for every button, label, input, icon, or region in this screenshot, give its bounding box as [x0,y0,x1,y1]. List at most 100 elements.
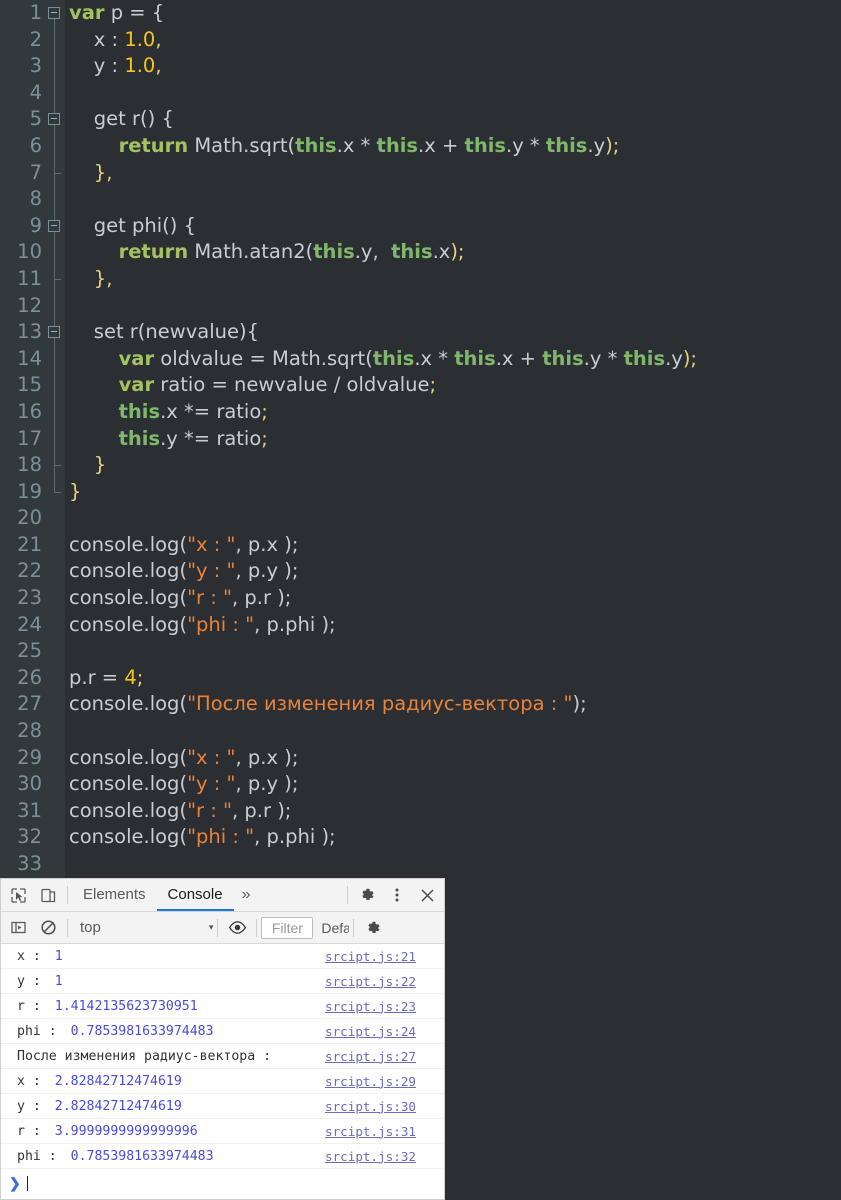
inspect-element-icon[interactable] [3,880,33,911]
fold-gutter-cell[interactable] [44,106,65,133]
fold-collapse-icon[interactable] [48,219,60,232]
fold-gutter-cell[interactable] [44,478,65,506]
code-line[interactable]: 2 x : 1.0, [0,26,841,54]
tab-elements[interactable]: Elements [72,879,157,911]
log-levels-selector[interactable]: Default levels [321,920,349,936]
fold-gutter-cell[interactable] [44,372,65,399]
fold-gutter-cell[interactable] [44,585,65,612]
console-message-row[interactable]: phi : 0.7853981633974483 srcipt.js:24 [1,1019,444,1044]
code-line[interactable]: 13 set r(newvalue){ [0,319,841,346]
code-line[interactable]: 22 console.log("y : ", p.y ); [0,558,841,586]
fold-gutter-cell[interactable] [44,664,65,692]
fold-gutter-cell[interactable] [44,691,65,719]
code-line[interactable]: 14 var oldvalue = Math.sqrt(this.x * thi… [0,345,841,373]
fold-gutter-cell[interactable] [44,239,65,266]
console-message-row[interactable]: r : 3.9999999999999996 srcipt.js:31 [1,1119,444,1144]
fold-gutter-cell[interactable] [44,212,65,240]
code-line[interactable]: 23 console.log("r : ", p.r ); [0,585,841,612]
code-line[interactable]: 19} [0,478,841,506]
device-toolbar-toggle-icon[interactable] [33,880,63,911]
code-line[interactable]: 29 console.log("x : ", p.x ); [0,744,841,772]
code-line[interactable]: 16 this.x *= ratio; [0,398,841,426]
console-message-row[interactable]: y : 1 srcipt.js:22 [1,969,444,994]
fold-gutter-cell[interactable] [44,265,65,293]
console-prompt[interactable]: ❯ [1,1169,444,1197]
code-line[interactable]: 33 [0,851,841,878]
fold-gutter-cell[interactable] [44,558,65,586]
fold-gutter-cell[interactable] [44,824,65,851]
fold-gutter-cell[interactable] [44,345,65,373]
console-source-link[interactable]: srcipt.js:24 [325,1024,416,1039]
code-line[interactable]: 11 }, [0,265,841,293]
fold-gutter-cell[interactable] [44,398,65,426]
fold-gutter-cell[interactable] [44,638,65,665]
code-line[interactable]: 1 var p = { [0,0,841,27]
fold-gutter-cell[interactable] [44,53,65,80]
code-line[interactable]: 21 console.log("x : ", p.x ); [0,531,841,559]
fold-gutter-cell[interactable] [44,79,65,107]
code-line[interactable]: 20 [0,505,841,532]
clear-console-icon[interactable] [33,912,63,943]
more-tabs-chevron-icon[interactable]: » [234,886,259,904]
fold-collapse-icon[interactable] [48,326,60,339]
code-line[interactable]: 15 var ratio = newvalue / oldvalue; [0,372,841,399]
code-line[interactable]: 24 console.log("phi : ", p.phi ); [0,611,841,639]
filter-input[interactable]: Filter [261,916,314,939]
code-line[interactable]: 32 console.log("phi : ", p.phi ); [0,824,841,851]
fold-gutter-cell[interactable] [44,611,65,639]
console-source-link[interactable]: srcipt.js:22 [325,974,416,989]
code-line[interactable]: 8 [0,186,841,213]
console-message-row[interactable]: phi : 0.7853981633974483 srcipt.js:32 [1,1144,444,1169]
code-line[interactable]: 27 console.log("После изменения радиус-ве… [0,691,841,719]
fold-collapse-icon[interactable] [48,7,60,19]
close-devtools-icon[interactable] [412,880,442,911]
code-line[interactable]: 17 this.y *= ratio; [0,425,841,453]
fold-gutter-cell[interactable] [44,0,65,27]
console-message-row[interactable]: x : 2.82842712474619 srcipt.js:29 [1,1069,444,1094]
context-chevron-down-icon[interactable]: ▾ [209,922,214,933]
fold-gutter-cell[interactable] [44,797,65,825]
fold-gutter-cell[interactable] [44,186,65,213]
fold-gutter-cell[interactable] [44,744,65,772]
code-line[interactable]: 26 p.r = 4; [0,664,841,692]
console-message-row[interactable]: x : 1 srcipt.js:21 [1,944,444,969]
live-expression-eye-icon[interactable] [222,912,252,943]
code-lines-container[interactable]: 1 var p = {2 x : 1.0, 3 y : 1.0, 4 5 get r()… [0,0,841,878]
code-line[interactable]: 4 [0,79,841,107]
code-line[interactable]: 5 get r() { [0,106,841,133]
fold-gutter-cell[interactable] [44,319,65,346]
console-message-row[interactable]: r : 1.4142135623730951 srcipt.js:23 [1,994,444,1019]
fold-gutter-cell[interactable] [44,718,65,745]
code-line[interactable]: 18 } [0,452,841,479]
code-line[interactable]: 7 }, [0,159,841,187]
console-message-row[interactable]: После изменения радиус-вектора : srcipt.… [1,1044,444,1069]
console-settings-gear-icon[interactable] [358,912,388,943]
code-line[interactable]: 9 get phi() { [0,212,841,240]
console-source-link[interactable]: srcipt.js:21 [325,949,416,964]
code-line[interactable]: 6 return Math.sqrt(this.x * this.x + thi… [0,132,841,160]
fold-gutter-cell[interactable] [44,851,65,878]
console-message-list[interactable]: x : 1 srcipt.js:21 y : 1 srcipt.js:22 r : 1.… [1,944,444,1169]
fold-gutter-cell[interactable] [44,26,65,54]
code-line[interactable]: 3 y : 1.0, [0,53,841,80]
tab-console[interactable]: Console [156,879,234,911]
settings-gear-icon[interactable] [352,880,382,911]
fold-gutter-cell[interactable] [44,505,65,532]
console-source-link[interactable]: srcipt.js:31 [325,1124,416,1139]
console-source-link[interactable]: srcipt.js:27 [325,1049,416,1064]
fold-gutter-cell[interactable] [44,425,65,453]
fold-gutter-cell[interactable] [44,452,65,479]
fold-gutter-cell[interactable] [44,531,65,559]
fold-collapse-icon[interactable] [48,113,60,126]
code-line[interactable]: 10 return Math.atan2(this.y, this.x); [0,239,841,266]
console-message-row[interactable]: y : 2.82842712474619 srcipt.js:30 [1,1094,444,1119]
devtools-panel[interactable]: Elements Console » top ▾ Filter Def x: … [0,878,445,1200]
console-source-link[interactable]: srcipt.js:30 [325,1099,416,1114]
fold-gutter-cell[interactable] [44,292,65,320]
console-sidebar-toggle-icon[interactable] [3,912,33,943]
fold-gutter-cell[interactable] [44,771,65,798]
code-line[interactable]: 30 console.log("y : ", p.y ); [0,771,841,798]
code-line[interactable]: 28 [0,718,841,745]
execution-context-selector[interactable]: top [72,919,101,936]
more-options-kebab-icon[interactable] [382,880,412,911]
